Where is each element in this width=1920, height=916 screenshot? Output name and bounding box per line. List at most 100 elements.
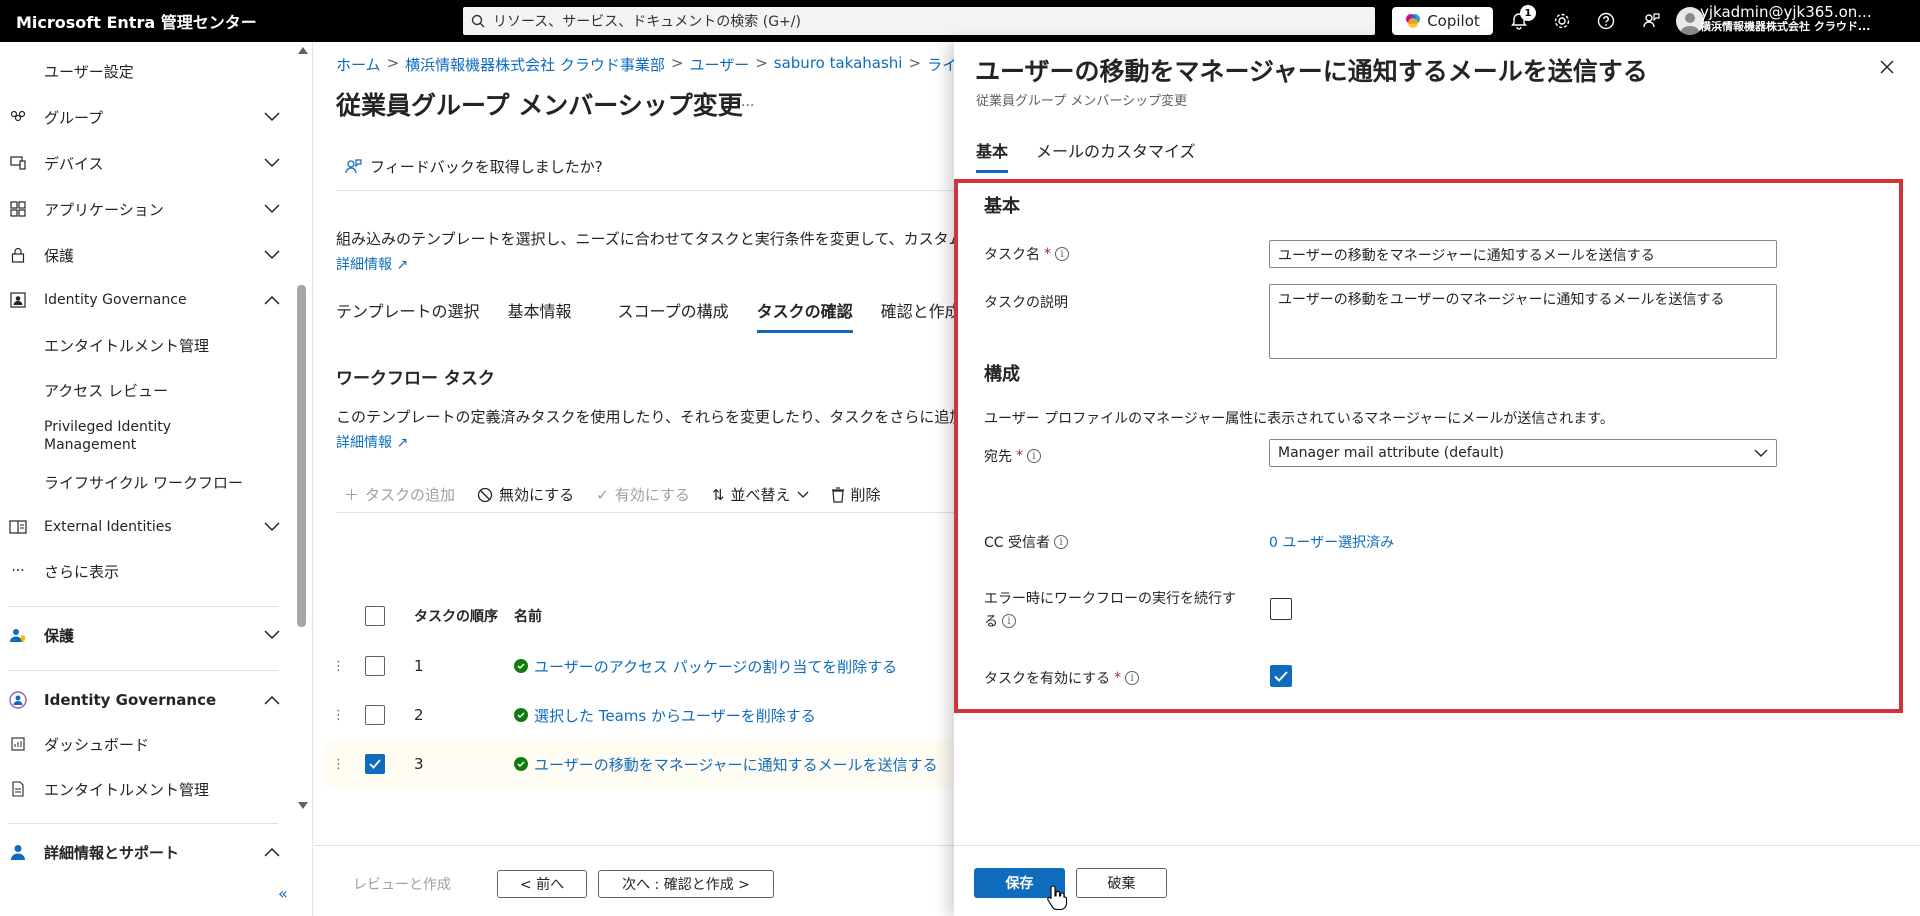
drag-handle-icon[interactable]: ⋮: [332, 757, 345, 772]
sort-label: 並べ替え: [730, 486, 791, 504]
add-task-button[interactable]: ＋ タスクの追加: [344, 484, 455, 505]
portal-brand[interactable]: Microsoft Entra 管理センター: [0, 9, 462, 33]
row-checkbox[interactable]: [365, 656, 385, 676]
settings-button[interactable]: [1549, 8, 1575, 34]
sidebar-item-user-settings[interactable]: ユーザー設定: [0, 54, 290, 88]
enable-task-button[interactable]: ✓ 有効にする: [596, 484, 690, 505]
sidebar-item-access-reviews[interactable]: アクセス レビュー: [0, 373, 290, 407]
sidebar-item-label: Identity Governance: [44, 292, 187, 308]
sidebar-item-applications[interactable]: アプリケーション: [0, 192, 290, 226]
sidebar-item-groups[interactable]: グループ: [0, 100, 290, 134]
info-icon[interactable]: i: [1055, 247, 1069, 261]
info-icon[interactable]: i: [1125, 671, 1140, 685]
support-person-icon: [8, 842, 28, 862]
breadcrumb-lifecycle[interactable]: ライフ: [927, 54, 954, 75]
next-button[interactable]: 次へ : 確認と作成 >: [598, 870, 774, 898]
sidebar-item-entitlement-management[interactable]: エンタイトルメント管理: [0, 328, 290, 362]
groups-icon: [8, 107, 28, 127]
global-search-input[interactable]: リソース、サービス、ドキュメントの検索 (G+/): [463, 7, 1375, 35]
discard-button[interactable]: 破棄: [1076, 868, 1167, 898]
collapse-sidebar-button[interactable]: «: [278, 884, 288, 903]
tab-basics[interactable]: 基本情報: [508, 298, 572, 333]
sidebar-item-identity-governance[interactable]: Identity Governance: [0, 283, 290, 317]
sidebar-section-identity-governance[interactable]: Identity Governance: [0, 683, 290, 717]
feedback-link[interactable]: フィードバックを取得しましたか?: [344, 156, 603, 177]
disable-task-button[interactable]: 無効にする: [477, 484, 574, 505]
sidebar-section-protection[interactable]: 保護: [0, 618, 290, 652]
task-name-link[interactable]: 選択した Teams からユーザーを削除する: [514, 705, 816, 726]
sidebar-item-lifecycle-workflows[interactable]: ライフサイクル ワークフロー: [0, 465, 290, 499]
breadcrumb-user[interactable]: saburo takahashi: [774, 54, 903, 75]
tab-configure-scope[interactable]: スコープの構成: [618, 298, 729, 333]
info-icon[interactable]: i: [1002, 614, 1016, 628]
more-options-button[interactable]: ...: [741, 94, 754, 110]
section-basic-heading: 基本: [984, 196, 1020, 217]
sidebar-scroll-thumb[interactable]: [297, 285, 306, 627]
chevron-down-icon: [797, 491, 809, 499]
task-description-textarea[interactable]: ユーザーの移動をユーザーのマネージャーに通知するメールを送信する: [1269, 284, 1777, 359]
sidebar-item-label: さらに表示: [44, 562, 120, 581]
wizard-description: 組み込みのテンプレートを選択し、ニーズに合わせてタスクと実行条件を変更して、カス…: [336, 230, 954, 248]
sidebar-item-devices[interactable]: デバイス: [0, 146, 290, 180]
breadcrumb-tenant[interactable]: 横浜情報機器株式会社 クラウド事業部: [405, 54, 665, 75]
dashboard-icon: [8, 734, 28, 754]
task-name-link[interactable]: ユーザーの移動をマネージャーに通知するメールを送信する: [514, 754, 938, 775]
sort-button[interactable]: ⇅ 並べ替え: [712, 484, 809, 505]
breadcrumb-home[interactable]: ホーム: [336, 54, 381, 75]
sidebar-section-learn-support[interactable]: 詳細情報とサポート: [0, 835, 290, 869]
delete-task-button[interactable]: 削除: [831, 484, 881, 505]
copilot-label: Copilot: [1427, 12, 1480, 30]
task-name-label: ユーザーの移動をマネージャーに通知するメールを送信する: [534, 755, 938, 774]
table-row[interactable]: ⋮ 1 ユーザーのアクセス パッケージの割り当てを削除する: [324, 642, 954, 690]
notifications-button[interactable]: 1: [1506, 5, 1536, 34]
previous-button[interactable]: < 前へ: [497, 870, 587, 898]
close-panel-button[interactable]: [1880, 60, 1894, 74]
config-description: ユーザー プロファイルのマネージャー属性に表示されているマネージャーにメールが送…: [984, 411, 1614, 427]
sidebar-item-protection[interactable]: 保護: [0, 238, 290, 272]
select-all-checkbox[interactable]: [365, 606, 385, 626]
column-header-order[interactable]: タスクの順序: [414, 606, 498, 626]
recipient-dropdown[interactable]: Manager mail attribute (default): [1269, 439, 1777, 467]
tab-review-tasks[interactable]: タスクの確認: [756, 298, 853, 333]
review-create-button[interactable]: レビューと作成: [346, 870, 458, 898]
sidebar-item-show-more[interactable]: ··· さらに表示: [0, 554, 290, 588]
info-icon[interactable]: i: [1054, 535, 1069, 549]
learn-more-link-2[interactable]: 詳細情報 ↗: [336, 432, 408, 452]
cc-recipients-link[interactable]: 0 ユーザー選択済み: [1269, 532, 1394, 552]
sidebar-item-external-identities[interactable]: External Identities: [0, 510, 290, 544]
feedback-button[interactable]: [1638, 8, 1664, 34]
sidebar-item-pim[interactable]: Privileged Identity Management: [0, 414, 290, 458]
protection-user-icon: [8, 625, 28, 645]
drag-handle-icon[interactable]: ⋮: [332, 708, 345, 723]
continue-on-error-checkbox[interactable]: [1270, 598, 1292, 620]
copilot-icon: [1405, 13, 1421, 29]
sidebar-item-entitlement-management-2[interactable]: エンタイトルメント管理: [0, 772, 290, 806]
table-row-selected[interactable]: ⋮ 3 ユーザーの移動をマネージャーに通知するメールを送信する: [324, 740, 954, 788]
tab-select-template[interactable]: テンプレートの選択: [336, 298, 480, 333]
sidebar-item-label: 詳細情報とサポート: [44, 843, 180, 862]
account-info[interactable]: yjkadmin@yjk365.on... 横浜情報機器株式会社 クラウド...: [1700, 4, 1915, 33]
tab-review-create[interactable]: 確認と作成: [881, 298, 954, 333]
row-checkbox[interactable]: [365, 754, 385, 774]
task-name-input[interactable]: ユーザーの移動をマネージャーに通知するメールを送信する: [1269, 240, 1777, 268]
enabled-check-icon: [514, 708, 528, 722]
enable-task-checkbox[interactable]: [1270, 665, 1292, 687]
drag-handle-icon[interactable]: ⋮: [332, 659, 345, 674]
row-checkbox[interactable]: [365, 705, 385, 725]
copilot-button[interactable]: Copilot: [1392, 7, 1493, 35]
info-icon[interactable]: i: [1027, 449, 1041, 463]
chevron-down-icon: [264, 630, 280, 640]
task-name-label: タスク名 * i: [984, 244, 1069, 264]
help-button[interactable]: [1593, 8, 1619, 34]
tab-basic[interactable]: 基本: [976, 138, 1009, 173]
task-name-link[interactable]: ユーザーのアクセス パッケージの割り当てを削除する: [514, 656, 897, 677]
breadcrumb-users[interactable]: ユーザー: [690, 54, 750, 75]
column-header-name[interactable]: 名前: [514, 606, 542, 626]
panel-title: ユーザーの移動をマネージャーに通知するメールを送信する: [975, 57, 1648, 86]
table-row[interactable]: ⋮ 2 選択した Teams からユーザーを削除する: [324, 691, 954, 739]
sidebar-item-dashboard[interactable]: ダッシュボード: [0, 727, 290, 761]
learn-more-link[interactable]: 詳細情報 ↗: [336, 254, 408, 274]
tab-email-customize[interactable]: メールのカスタマイズ: [1036, 138, 1196, 173]
feedback-person-icon: [1642, 12, 1660, 30]
page-title: 従業員グループ メンバーシップ変更: [336, 91, 743, 120]
